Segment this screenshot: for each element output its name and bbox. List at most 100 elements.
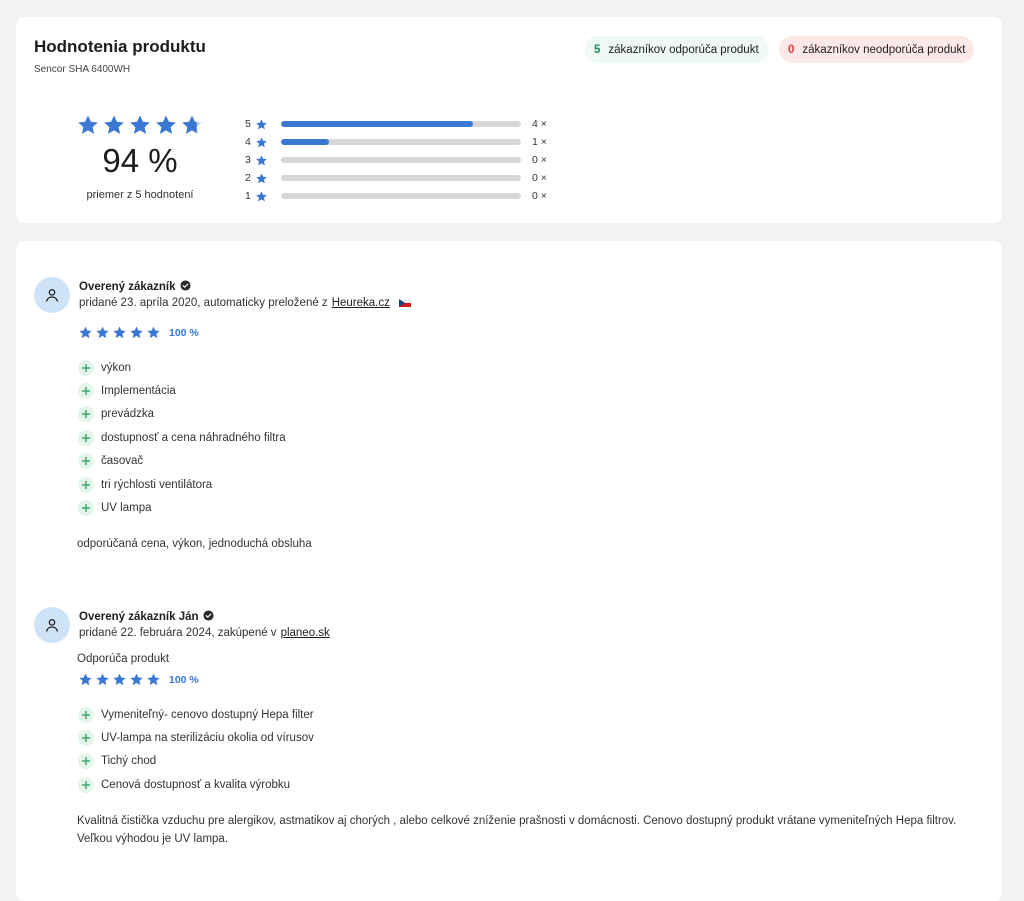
distribution-count: 0 ×	[532, 154, 547, 166]
plus-icon	[78, 776, 94, 793]
review-date: pridané 22. februára 2024, zakúpené v	[79, 627, 277, 639]
pro-item-text: UV-lampa na sterilizáciu okolia od vírus…	[101, 732, 314, 745]
plus-icon	[78, 429, 94, 446]
star-icon	[130, 326, 143, 339]
pro-item: časovač	[78, 450, 286, 473]
verified-check-icon	[203, 610, 214, 624]
pro-item: dostupnosť a cena náhradného filtra	[78, 426, 286, 449]
plus-icon	[78, 753, 94, 770]
star-icon	[96, 673, 109, 686]
distribution-row-1[interactable]: 1 0 ×	[245, 187, 547, 205]
star-icon	[256, 190, 267, 201]
pro-item: UV lampa	[78, 496, 286, 519]
review-text: odporúčaná cena, výkon, jednoduchá obslu…	[77, 538, 312, 550]
distribution-bar-fill	[281, 121, 473, 127]
distribution-count: 0 ×	[532, 172, 547, 184]
review-item: Overený zákazník pridané 23. apríla 2020…	[34, 277, 984, 557]
review-stars	[78, 325, 161, 340]
pro-item-text: tri rýchlosti ventilátora	[101, 478, 213, 491]
review-meta: pridané 22. februára 2024, zakúpené v pl…	[79, 627, 330, 639]
czech-flag-icon	[398, 299, 411, 307]
distribution-row-3[interactable]: 3 0 ×	[245, 151, 547, 169]
plus-icon	[78, 453, 94, 470]
pro-item: tri rýchlosti ventilátora	[78, 473, 286, 496]
user-icon	[34, 607, 70, 643]
star-icon	[79, 326, 92, 339]
review-meta: pridané 23. apríla 2020, automaticky pre…	[79, 297, 411, 309]
star-icon	[255, 118, 269, 131]
pro-item-text: dostupnosť a cena náhradného filtra	[101, 431, 286, 444]
distribution-stars-label: 1	[245, 190, 251, 202]
review-recommend-label: Odporúča produkt	[77, 653, 170, 665]
pro-item-text: Vymeniteľný- cenovo dostupný Hepa filter	[101, 708, 314, 721]
pro-item: Implementácia	[78, 379, 286, 402]
distribution-bar	[281, 193, 521, 199]
pro-item: výkon	[78, 356, 286, 379]
pro-item-text: Cenová dostupnosť a kvalita výrobku	[101, 778, 291, 791]
distribution-count: 4 ×	[532, 118, 547, 130]
pro-item: prevádzka	[78, 403, 286, 426]
distribution-stars-label: 5	[245, 118, 251, 130]
plus-icon	[78, 359, 94, 376]
star-icon	[256, 118, 267, 129]
pro-item-text: prevádzka	[101, 408, 155, 421]
review-pros-list: výkon Implementácia prevádzka dostupnosť a …	[78, 356, 286, 520]
star-icon	[78, 115, 98, 134]
not-recommend-badge: 0 zákazníkov neodporúča produkt	[779, 36, 975, 63]
plus-icon	[78, 476, 94, 493]
plus-icon	[78, 706, 94, 723]
page-title: Hodnotenia produktu	[34, 37, 206, 56]
distribution-bar	[281, 175, 521, 181]
review-author: Overený zákazník Ján	[79, 610, 214, 624]
star-icon	[156, 115, 176, 134]
star-icon	[113, 326, 126, 339]
star-icon	[256, 154, 267, 165]
plus-icon	[78, 383, 94, 400]
star-icon	[255, 172, 269, 185]
distribution-row-5[interactable]: 5 4 ×	[245, 115, 547, 133]
distribution-row-2[interactable]: 2 0 ×	[245, 169, 547, 187]
not-recommend-label: zákazníkov neodporúča produkt	[802, 43, 966, 56]
distribution-stars-label: 2	[245, 172, 251, 184]
star-icon	[130, 673, 143, 686]
star-icon	[147, 673, 160, 686]
review-pros-list: Vymeniteľný- cenovo dostupný Hepa filter…	[78, 703, 314, 797]
star-icon	[255, 136, 269, 149]
star-icon	[255, 190, 269, 203]
review-author: Overený zákazník	[79, 280, 191, 294]
star-icon	[96, 326, 109, 339]
pro-item-text: časovač	[101, 455, 144, 468]
distribution-row-4[interactable]: 4 1 ×	[245, 133, 547, 151]
pro-item: Tichý chod	[78, 750, 314, 773]
plus-icon	[78, 730, 94, 747]
star-icon	[255, 154, 269, 167]
recommend-count: 5	[594, 43, 601, 56]
product-name: Sencor SHA 6400WH	[34, 64, 131, 75]
rating-summary-card: Hodnotenia produktu Sencor SHA 6400WH 5 …	[16, 17, 1002, 223]
review-date: pridané 23. apríla 2020, automaticky pre…	[79, 297, 328, 309]
review-source-link[interactable]: Heureka.cz	[332, 297, 390, 309]
pro-item-text: UV lampa	[101, 502, 152, 515]
review-stars	[78, 672, 161, 687]
review-text: Kvalitná čistička vzduchu pre alergikov,…	[77, 815, 957, 845]
review-item: Overený zákazník Ján pridané 22. február…	[34, 607, 984, 867]
pro-item-text: výkon	[101, 361, 132, 374]
star-icon	[113, 673, 126, 686]
distribution-bar	[281, 121, 521, 127]
pro-item: Cenová dostupnosť a kvalita výrobku	[78, 773, 314, 796]
distribution-count: 0 ×	[532, 190, 547, 202]
user-icon	[34, 277, 70, 313]
average-caption: priemer z 5 hodnotení	[86, 189, 194, 201]
star-icon	[79, 673, 92, 686]
distribution-stars-label: 4	[245, 136, 251, 148]
verified-check-icon	[179, 280, 191, 294]
distribution-bar	[281, 157, 521, 163]
pro-item-text: Implementácia	[101, 385, 176, 398]
review-rating: 100 %	[78, 325, 199, 340]
review-source-link[interactable]: planeo.sk	[281, 627, 330, 639]
review-rating-percent: 100 %	[169, 673, 199, 686]
review-rating: 100 %	[78, 672, 199, 687]
star-icon	[182, 115, 202, 134]
rating-distribution: 5 4 × 4 1 × 3 0 × 2 0 × 1 0 ×	[245, 115, 547, 205]
star-icon	[256, 172, 267, 183]
